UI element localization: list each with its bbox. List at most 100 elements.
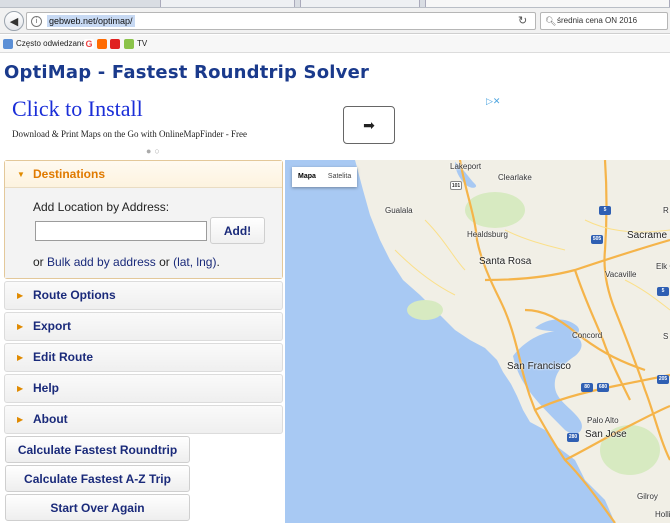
- ad-banner[interactable]: Click to Install Download & Print Maps o…: [0, 92, 670, 158]
- chevron-right-icon: ▶: [17, 415, 24, 424]
- ad-choices-icon[interactable]: ▷✕: [486, 96, 500, 107]
- route-shield: 5: [599, 206, 611, 215]
- route-shield: 680: [597, 383, 609, 392]
- route-shield: 280: [567, 433, 579, 442]
- city-label: Gualala: [385, 206, 413, 215]
- map-type-map-button[interactable]: Mapa: [292, 167, 322, 187]
- address-label: Add Location by Address:: [33, 200, 170, 214]
- accordion-route-options[interactable]: ▶ Route Options: [4, 281, 283, 310]
- youtube-icon: [110, 39, 120, 49]
- url-text: gebweb.net/optimap/: [47, 15, 135, 27]
- bookmark-label: Często odwiedzane: [16, 39, 86, 48]
- tv-icon: [124, 39, 134, 49]
- map-canvas[interactable]: [285, 160, 670, 523]
- bulk-add-latlng-link[interactable]: (lat, lng): [173, 255, 216, 269]
- accordion-label: Help: [33, 381, 60, 395]
- bookmark-item[interactable]: G: [84, 38, 97, 50]
- route-shield: 5: [657, 287, 669, 296]
- city-label: Holli: [655, 510, 670, 519]
- accordion-label: Export: [33, 319, 72, 333]
- bulk-prefix: or: [33, 255, 48, 269]
- city-label: Elk G: [656, 262, 670, 271]
- park-area: [407, 300, 443, 320]
- accordion-header-help[interactable]: ▶ Help: [5, 375, 282, 402]
- city-label: Clearlake: [498, 173, 532, 182]
- bookmark-item[interactable]: TV: [124, 38, 147, 50]
- map-view[interactable]: Mapa Satelita Lakeport Clearlake Gualala…: [285, 160, 670, 523]
- destinations-panel: Add Location by Address: Add! or Bulk ad…: [5, 188, 282, 278]
- bookmark-item[interactable]: Często odwiedzane: [3, 38, 86, 50]
- map-type-satellite-button[interactable]: Satelita: [322, 167, 357, 187]
- accordion-about[interactable]: ▶ About: [4, 405, 283, 434]
- city-label: Healdsburg: [467, 230, 508, 239]
- url-bar[interactable]: i gebweb.net/optimap/: [26, 12, 536, 30]
- chevron-right-icon: ▶: [17, 353, 24, 362]
- back-button[interactable]: ◀: [4, 11, 24, 31]
- accordion-export[interactable]: ▶ Export: [4, 312, 283, 341]
- start-over-button[interactable]: Start Over Again: [5, 494, 190, 521]
- city-label: Palo Alto: [587, 416, 619, 425]
- calculate-az-trip-button[interactable]: Calculate Fastest A-Z Trip: [5, 465, 190, 492]
- back-arrow-icon: ◀: [9, 15, 19, 28]
- allegro-icon: [97, 39, 107, 49]
- ad-subtitle[interactable]: Download & Print Maps on the Go with Onl…: [12, 129, 247, 139]
- reload-icon[interactable]: ↻: [518, 14, 527, 27]
- route-shield: 505: [591, 235, 603, 244]
- chevron-right-icon: ▶: [17, 322, 24, 331]
- city-label: Vacaville: [605, 270, 637, 279]
- bulk-middle: or: [155, 255, 174, 269]
- accordion-header-route-options[interactable]: ▶ Route Options: [5, 282, 282, 309]
- accordion-header-export[interactable]: ▶ Export: [5, 313, 282, 340]
- accordion-label: Edit Route: [33, 350, 93, 364]
- ad-title[interactable]: Click to Install: [12, 96, 143, 122]
- site-info-icon[interactable]: i: [31, 16, 42, 27]
- bulk-add-address-link[interactable]: Bulk add by address: [47, 255, 156, 269]
- arrow-right-icon: ➡: [363, 116, 375, 133]
- city-label: S: [663, 332, 669, 341]
- accordion-header-edit-route[interactable]: ▶ Edit Route: [5, 344, 282, 371]
- bookmark-label: TV: [137, 39, 148, 48]
- route-shield: 205: [657, 375, 669, 384]
- ad-pagination-dots[interactable]: ●○: [146, 146, 163, 156]
- browser-tab[interactable]: [300, 0, 420, 7]
- bookmark-item[interactable]: [110, 38, 123, 50]
- bulk-suffix: .: [216, 255, 220, 269]
- city-label: Gilroy: [637, 492, 658, 501]
- bookmark-item[interactable]: [97, 38, 110, 50]
- route-shield: 101: [450, 181, 462, 190]
- address-input[interactable]: [35, 221, 207, 241]
- search-icon: 🔍︎: [545, 16, 557, 26]
- browser-tab[interactable]: [160, 0, 295, 7]
- accordion-destinations: ▼ Destinations Add Location by Address: …: [4, 160, 283, 279]
- route-shield: 80: [581, 383, 593, 392]
- bulk-add-line: or Bulk add by address or (lat, lng).: [33, 255, 220, 269]
- page-title: OptiMap - Fastest Roundtrip Solver: [4, 62, 370, 83]
- chevron-right-icon: ▶: [17, 291, 24, 300]
- browser-navbar: ◀ i gebweb.net/optimap/ ↻ 🔍︎ średnia cen…: [0, 8, 670, 34]
- city-label: Santa Rosa: [479, 256, 532, 267]
- search-input[interactable]: 🔍︎ średnia cena ON 2016: [540, 12, 668, 30]
- city-label: Sacrame: [627, 230, 668, 241]
- accordion-edit-route[interactable]: ▶ Edit Route: [4, 343, 283, 372]
- accordion-label: About: [33, 412, 68, 426]
- city-label: San Jose: [585, 429, 627, 440]
- calculate-roundtrip-button[interactable]: Calculate Fastest Roundtrip: [5, 436, 190, 463]
- accordion-label: Destinations: [33, 167, 106, 181]
- map-type-control: Mapa Satelita: [292, 167, 358, 187]
- accordion-header-about[interactable]: ▶ About: [5, 406, 282, 433]
- accordion-header-destinations[interactable]: ▼ Destinations: [5, 161, 282, 188]
- accordion-label: Route Options: [33, 288, 116, 302]
- search-text: średnia cena ON 2016: [557, 16, 638, 25]
- city-label: San Francisco: [507, 361, 571, 372]
- google-icon: G: [84, 39, 94, 49]
- sidebar: ▼ Destinations Add Location by Address: …: [4, 160, 283, 523]
- browser-tab[interactable]: [425, 0, 670, 7]
- add-button[interactable]: Add!: [210, 217, 265, 244]
- browser-tab-strip: [0, 0, 670, 8]
- chevron-right-icon: ▶: [17, 384, 24, 393]
- ad-arrow-button[interactable]: ➡: [343, 106, 395, 144]
- accordion-help[interactable]: ▶ Help: [4, 374, 283, 403]
- bookmarks-bar: Często odwiedzane G TV: [0, 35, 670, 53]
- city-label: Concord: [572, 331, 603, 340]
- chevron-down-icon: ▼: [17, 170, 25, 179]
